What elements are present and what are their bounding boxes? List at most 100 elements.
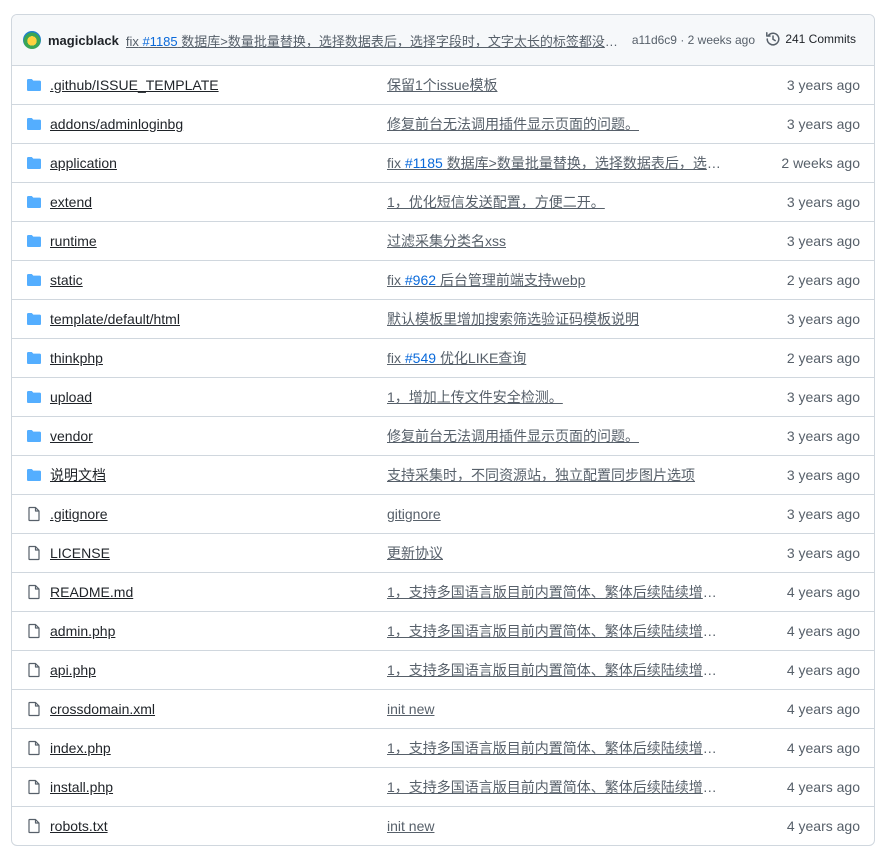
commit-issue-link[interactable]: #1185 [142, 34, 177, 49]
file-name-link[interactable]: 说明文档 [50, 465, 387, 485]
commit-message-text[interactable]: 修复前台无法调用插件显示页面的问题。 [387, 428, 639, 444]
row-commit-message[interactable]: 1，支持多国语言版目前内置简体、繁体后续陆续增加其他… [387, 777, 721, 797]
file-icon [26, 701, 42, 717]
file-name-link[interactable]: README.md [50, 584, 387, 600]
file-name-link[interactable]: application [50, 155, 387, 171]
commit-message-text[interactable]: 1，支持多国语言版目前内置简体、繁体后续陆续增加其他… [387, 584, 721, 600]
row-commit-message[interactable]: init new [387, 701, 721, 717]
commits-count[interactable]: 241 Commits [785, 32, 856, 46]
commit-message-text[interactable]: 后台管理前端支持webp [440, 272, 585, 288]
file-row: static fix #962 后台管理前端支持webp 2 years ago [12, 260, 874, 299]
file-name-link[interactable]: .github/ISSUE_TEMPLATE [50, 77, 387, 93]
commit-age: 3 years ago [786, 467, 860, 483]
folder-icon [26, 116, 42, 132]
file-list: .github/ISSUE_TEMPLATE 保留1个issue模板 3 years… [12, 66, 874, 845]
file-name-link[interactable]: admin.php [50, 623, 387, 639]
file-name-link[interactable]: LICENSE [50, 545, 387, 561]
file-name-link[interactable]: index.php [50, 740, 387, 756]
row-commit-message[interactable]: 1，优化短信发送配置，方便二开。 [387, 192, 721, 212]
row-commit-message[interactable]: 保留1个issue模板 [387, 75, 721, 95]
row-commit-message[interactable]: 1，支持多国语言版目前内置简体、繁体后续陆续增加其他… [387, 582, 721, 602]
commit-message-text[interactable]: 过滤采集分类名xss [387, 233, 506, 249]
commit-message-text[interactable]: 数据库>数量批量替换，选择数据表后，选择字段时，文字太长的标签都没完… [181, 34, 620, 49]
row-commit-message[interactable]: 1，支持多国语言版目前内置简体、繁体后续陆续增加其他… [387, 621, 721, 641]
commit-prefix[interactable]: fix [387, 272, 401, 288]
file-name-link[interactable]: crossdomain.xml [50, 701, 387, 717]
file-name-link[interactable]: static [50, 272, 387, 288]
file-icon [26, 779, 42, 795]
row-commit-message[interactable]: fix #962 后台管理前端支持webp [387, 270, 721, 290]
issue-link[interactable]: #962 [405, 272, 436, 288]
commit-message-text[interactable]: 1，优化短信发送配置，方便二开。 [387, 194, 605, 210]
folder-icon [26, 272, 42, 288]
commit-message-text[interactable]: init new [387, 701, 434, 717]
file-row: addons/adminloginbg 修复前台无法调用插件显示页面的问题。 3 y… [12, 104, 874, 143]
row-commit-message[interactable]: 1，增加上传文件安全检测。 [387, 387, 721, 407]
file-browser: magicblack fix #1185 数据库>数量批量替换，选择数据表后，选… [11, 14, 875, 846]
file-icon [26, 584, 42, 600]
avatar[interactable] [23, 31, 41, 49]
commit-author[interactable]: magicblack [48, 33, 119, 48]
commit-age: 4 years ago [786, 584, 860, 600]
file-name-link[interactable]: upload [50, 389, 387, 405]
commit-message-text[interactable]: gitignore [387, 506, 441, 522]
commit-message-text[interactable]: 保留1个issue模板 [387, 77, 497, 93]
file-name-link[interactable]: thinkphp [50, 350, 387, 366]
row-commit-message[interactable]: 更新协议 [387, 543, 721, 563]
file-name-link[interactable]: .gitignore [50, 506, 387, 522]
commit-message-text[interactable]: 更新协议 [387, 545, 443, 561]
file-icon [26, 662, 42, 678]
row-commit-message[interactable]: 过滤采集分类名xss [387, 231, 721, 251]
commit-message-text[interactable]: 数据库>数量批量替换，选择数据表后，选择字… [447, 155, 721, 171]
commit-message-text[interactable]: init new [387, 818, 434, 834]
row-commit-message[interactable]: 支持采集时，不同资源站，独立配置同步图片选项 [387, 465, 721, 485]
commit-message-text[interactable]: 修复前台无法调用插件显示页面的问题。 [387, 116, 639, 132]
folder-icon [26, 77, 42, 93]
commit-prefix[interactable]: fix [387, 350, 401, 366]
commit-message-text[interactable]: 优化LIKE查询 [440, 350, 526, 366]
issue-link[interactable]: #549 [405, 350, 436, 366]
row-commit-message[interactable]: 1，支持多国语言版目前内置简体、繁体后续陆续增加其他… [387, 738, 721, 758]
file-name-link[interactable]: extend [50, 194, 387, 210]
file-name-link[interactable]: robots.txt [50, 818, 387, 834]
folder-icon [26, 428, 42, 444]
commits-link[interactable]: 241 Commits [765, 31, 856, 47]
commit-message-text[interactable]: 1，支持多国语言版目前内置简体、繁体后续陆续增加其他… [387, 779, 721, 795]
latest-commit-bar: magicblack fix #1185 数据库>数量批量替换，选择数据表后，选… [12, 15, 874, 66]
commit-message[interactable]: fix #1185 数据库>数量批量替换，选择数据表后，选择字段时，文字太长的标… [126, 31, 620, 50]
row-commit-message[interactable]: fix #1185 数据库>数量批量替换，选择数据表后，选择字… [387, 153, 721, 173]
commit-age: 3 years ago [786, 506, 860, 522]
file-name-link[interactable]: api.php [50, 662, 387, 678]
commit-age: 4 years ago [786, 818, 860, 834]
row-commit-message[interactable]: 1，支持多国语言版目前内置简体、繁体后续陆续增加其他… [387, 660, 721, 680]
commit-message-text[interactable]: 1，支持多国语言版目前内置简体、繁体后续陆续增加其他… [387, 662, 721, 678]
issue-link[interactable]: #1185 [405, 155, 443, 171]
file-row: thinkphp fix #549 优化LIKE查询 2 years ago [12, 338, 874, 377]
file-row: .github/ISSUE_TEMPLATE 保留1个issue模板 3 years… [12, 66, 874, 104]
commit-message-prefix[interactable]: fix [126, 34, 139, 49]
commit-sha-time[interactable]: a11d6c9 · 2 weeks ago [632, 33, 755, 47]
commit-message-text[interactable]: 默认模板里增加搜索筛选验证码模板说明 [387, 311, 639, 327]
commit-age: 3 years ago [786, 194, 860, 210]
commit-age: 4 years ago [786, 779, 860, 795]
commit-message-text[interactable]: 1，支持多国语言版目前内置简体、繁体后续陆续增加其他… [387, 623, 721, 639]
row-commit-message[interactable]: gitignore [387, 506, 721, 522]
file-name-link[interactable]: template/default/html [50, 311, 387, 327]
commit-message-text[interactable]: 1，支持多国语言版目前内置简体、繁体后续陆续增加其他… [387, 740, 721, 756]
commit-message-text[interactable]: 支持采集时，不同资源站，独立配置同步图片选项 [387, 467, 695, 483]
file-row: .gitignore gitignore 3 years ago [12, 494, 874, 533]
commit-prefix[interactable]: fix [387, 155, 401, 171]
file-name-link[interactable]: addons/adminloginbg [50, 116, 387, 132]
file-name-link[interactable]: install.php [50, 779, 387, 795]
row-commit-message[interactable]: 修复前台无法调用插件显示页面的问题。 [387, 426, 721, 446]
commit-message-text[interactable]: 1，增加上传文件安全检测。 [387, 389, 563, 405]
commit-age: 3 years ago [786, 233, 860, 249]
file-name-link[interactable]: runtime [50, 233, 387, 249]
row-commit-message[interactable]: fix #549 优化LIKE查询 [387, 348, 721, 368]
row-commit-message[interactable]: init new [387, 818, 721, 834]
commit-age: 4 years ago [786, 740, 860, 756]
row-commit-message[interactable]: 默认模板里增加搜索筛选验证码模板说明 [387, 309, 721, 329]
row-commit-message[interactable]: 修复前台无法调用插件显示页面的问题。 [387, 114, 721, 134]
file-icon [26, 818, 42, 834]
file-name-link[interactable]: vendor [50, 428, 387, 444]
